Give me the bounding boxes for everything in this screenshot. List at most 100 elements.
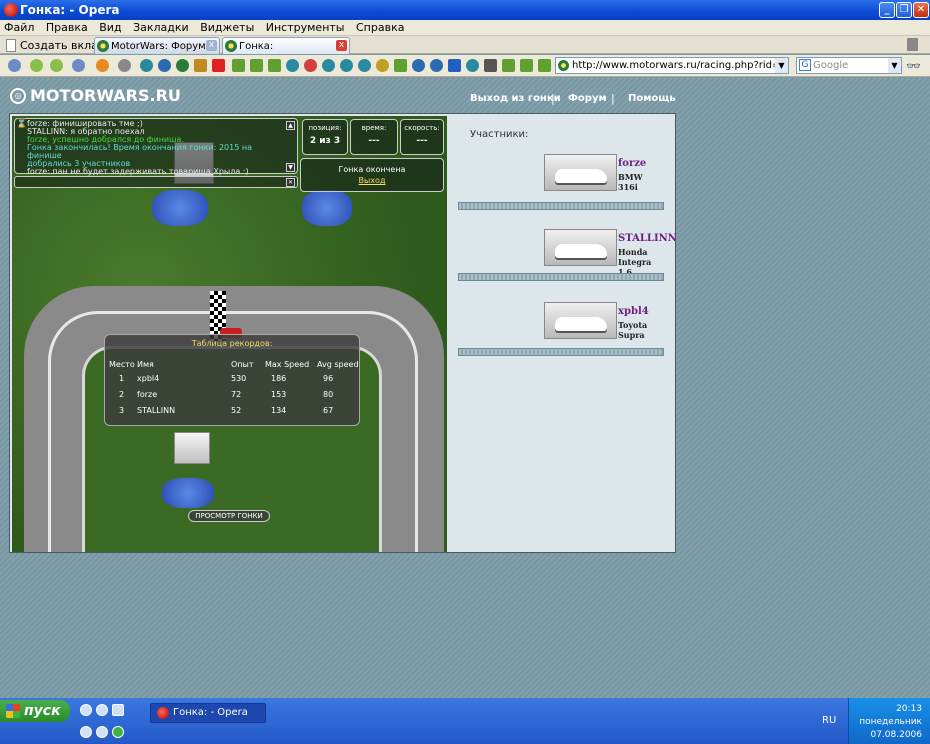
progress-bar — [458, 348, 664, 356]
bookmark-icon[interactable] — [502, 59, 515, 72]
site-logo[interactable]: ◎ MOTORWARS.RU — [10, 86, 181, 105]
bookmark-icon[interactable] — [322, 59, 335, 72]
bookmark-icon[interactable] — [358, 59, 371, 72]
yandex-icon[interactable] — [212, 59, 225, 72]
pond — [162, 478, 214, 508]
site-favicon-icon — [225, 40, 237, 52]
bookmark-icon[interactable] — [340, 59, 353, 72]
ie-icon[interactable] — [80, 704, 92, 716]
minimize-button[interactable]: _ — [879, 2, 895, 18]
participant-name[interactable]: STALLINN — [618, 233, 677, 244]
bookmark-icon[interactable] — [250, 59, 263, 72]
bookmark-icon[interactable] — [538, 59, 551, 72]
position-label: позиция: — [308, 124, 342, 132]
clock-time[interactable]: 20:13 — [896, 704, 922, 714]
chat-input[interactable]: ✕ — [14, 176, 298, 188]
tab-race[interactable]: Гонка: x — [222, 37, 350, 54]
maximize-button[interactable]: ❐ — [896, 2, 912, 18]
car-image[interactable] — [544, 302, 617, 339]
car-image[interactable] — [544, 154, 617, 191]
quicklaunch-icon[interactable] — [80, 726, 92, 738]
menu-bookmarks[interactable]: Закладки — [129, 20, 193, 35]
participant-name[interactable]: forze — [618, 158, 646, 169]
title-bar[interactable]: Гонка: - Opera _ ❐ ✕ — [0, 0, 930, 20]
opera-icon — [4, 3, 18, 17]
bookmark-icon[interactable] — [412, 59, 425, 72]
quicklaunch-icon[interactable] — [96, 726, 108, 738]
quicklaunch-icon[interactable] — [112, 726, 124, 738]
speed-panel: скорость: --- — [400, 119, 444, 155]
trash-icon[interactable] — [907, 38, 918, 51]
document-icon[interactable] — [112, 704, 124, 716]
bookmark-icon[interactable] — [376, 59, 389, 72]
address-dropdown-icon[interactable]: ▼ — [775, 58, 788, 73]
nav-forum[interactable]: Форум — [568, 93, 607, 104]
tab-label: MotorWars: Форум — [111, 40, 206, 52]
reload-icon[interactable] — [96, 59, 109, 72]
bookmark-icon[interactable] — [520, 59, 533, 72]
menu-help[interactable]: Справка — [352, 20, 408, 35]
menu-widgets[interactable]: Виджеты — [196, 20, 258, 35]
nav-help[interactable]: Помощь — [628, 93, 676, 104]
menu-edit[interactable]: Правка — [42, 20, 92, 35]
cell-max-speed: 134 — [271, 406, 287, 415]
bookmark-icon[interactable] — [304, 59, 317, 72]
fast-forward-icon[interactable] — [72, 59, 85, 72]
close-button[interactable]: ✕ — [913, 2, 929, 18]
bookmark-icon[interactable] — [448, 59, 461, 72]
language-indicator[interactable]: RU — [822, 715, 836, 726]
tab-forum[interactable]: MotorWars: Форум x — [94, 37, 220, 54]
pen-icon[interactable] — [118, 59, 131, 72]
bookmark-icon[interactable] — [484, 59, 497, 72]
back-icon[interactable] — [8, 59, 21, 72]
time-panel: время: --- — [350, 119, 398, 155]
bookmark-icon[interactable] — [158, 59, 171, 72]
bookmark-icon[interactable] — [430, 59, 443, 72]
house — [174, 432, 210, 464]
participant-name[interactable]: xpbl4 — [618, 306, 649, 317]
forward-arrow-icon[interactable] — [50, 59, 63, 72]
search-field[interactable]: G Google ▼ — [796, 57, 902, 74]
bookmark-icon[interactable] — [176, 59, 189, 72]
table-row: 2 forze 72 153 80 — [105, 390, 361, 402]
back-arrow-icon[interactable] — [30, 59, 43, 72]
bookmark-icon[interactable] — [232, 59, 245, 72]
scroll-up-icon[interactable]: ▲ — [286, 121, 295, 130]
hourglass-icon: ⌛ — [16, 119, 28, 129]
start-button[interactable]: пуск — [0, 700, 70, 722]
glasses-icon[interactable]: 👓 — [906, 59, 921, 73]
car-image[interactable] — [544, 229, 617, 266]
replay-button[interactable]: ПРОСМОТР ГОНКИ — [188, 510, 270, 522]
menu-view[interactable]: Вид — [95, 20, 125, 35]
address-bar[interactable]: http://www.motorwars.ru/racing.php?rid=1… — [555, 57, 789, 74]
ie-icon[interactable] — [96, 704, 108, 716]
taskbar-opera-window[interactable]: Гонка: - Opera — [150, 703, 266, 723]
nav-leave-race[interactable]: Выход из гонки — [470, 93, 561, 104]
scroll-down-icon[interactable]: ▼ — [286, 163, 295, 172]
exit-link[interactable]: Выход — [301, 176, 443, 185]
bookmark-icon[interactable] — [394, 59, 407, 72]
cell-avg-speed: 67 — [323, 406, 334, 415]
position-panel: позиция: 2 из 3 — [302, 119, 348, 155]
menu-file[interactable]: Файл — [0, 20, 38, 35]
menu-bar: Файл Правка Вид Закладки Виджеты Инструм… — [0, 20, 930, 36]
pond — [152, 190, 208, 226]
logo-icon: ◎ — [10, 87, 26, 104]
cell-avg-speed: 96 — [323, 374, 334, 383]
bookmark-icon[interactable] — [140, 59, 153, 72]
bookmark-icon[interactable] — [466, 59, 479, 72]
cell-name: xpbl4 — [137, 374, 160, 383]
search-dropdown-icon[interactable]: ▼ — [888, 58, 901, 73]
participants-title: Участники: — [470, 129, 529, 140]
tab-bar: Создать вкладку MotorWars: Форум x Гонка… — [0, 36, 930, 54]
bookmark-icon[interactable] — [268, 59, 281, 72]
close-tab-icon[interactable]: x — [206, 40, 217, 51]
site-favicon-icon — [558, 60, 569, 71]
game-canvas[interactable]: ⌛ forze: финишировать тмe ;) STALLINN: я… — [12, 116, 447, 552]
bookmark-icon[interactable] — [286, 59, 299, 72]
chat-close-icon[interactable]: ✕ — [286, 178, 295, 187]
bookmark-icon[interactable] — [194, 59, 207, 72]
chat-panel: ⌛ forze: финишировать тмe ;) STALLINN: я… — [14, 118, 298, 176]
menu-tools[interactable]: Инструменты — [262, 20, 349, 35]
close-tab-icon[interactable]: x — [336, 40, 347, 51]
